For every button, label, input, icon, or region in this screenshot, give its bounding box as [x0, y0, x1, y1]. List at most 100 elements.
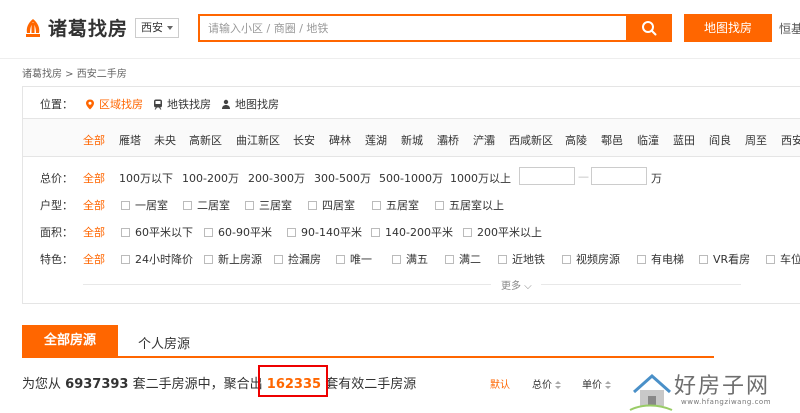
checkbox[interactable]	[121, 200, 130, 210]
feature-option[interactable]: 全部	[83, 251, 105, 267]
max-price-input[interactable]	[591, 167, 647, 185]
tab-subway-search[interactable]: 地铁找房	[153, 96, 211, 112]
position-label: 位置：	[40, 98, 73, 111]
district-option[interactable]: 高陵	[565, 132, 587, 148]
district-option[interactable]: 鄠邑	[601, 132, 623, 148]
checkbox[interactable]	[498, 254, 507, 264]
area-option[interactable]: 全部	[83, 224, 105, 240]
breadcrumb[interactable]: 诸葛找房 > 西安二手房	[22, 65, 127, 80]
tab-subway-search-label: 地铁找房	[167, 98, 211, 111]
search-button[interactable]	[626, 14, 672, 42]
district-option[interactable]: 新城	[401, 132, 423, 148]
checkbox[interactable]	[336, 254, 345, 264]
layout-option[interactable]: 五居室	[372, 197, 419, 213]
checkbox[interactable]	[183, 200, 192, 210]
price-separator: —	[578, 170, 589, 183]
more-toggle[interactable]: 更多 ⌵	[501, 277, 532, 292]
district-option[interactable]: 周至	[745, 132, 767, 148]
sort-default[interactable]: 默认	[490, 376, 510, 391]
feature-option[interactable]: 唯一	[336, 251, 372, 267]
feature-option[interactable]: 新上房源	[204, 251, 262, 267]
checkbox[interactable]	[308, 200, 317, 210]
checkbox[interactable]	[435, 200, 444, 210]
district-option[interactable]: 阎良	[709, 132, 731, 148]
checkbox[interactable]	[445, 254, 454, 264]
layout-option[interactable]: 一居室	[121, 197, 168, 213]
area-label: 面积：	[40, 226, 73, 239]
district-option[interactable]: 未央	[154, 132, 176, 148]
header-divider	[0, 58, 800, 59]
feature-option[interactable]: 捡漏房	[274, 251, 321, 267]
checkbox[interactable]	[204, 227, 213, 237]
district-option[interactable]: 西安	[781, 132, 800, 148]
checkbox[interactable]	[287, 227, 296, 237]
checkbox[interactable]	[245, 200, 254, 210]
area-option[interactable]: 60平米以下	[121, 224, 193, 240]
district-option[interactable]: 临潼	[637, 132, 659, 148]
feature-option[interactable]: VR看房	[699, 251, 750, 267]
checkbox[interactable]	[371, 227, 380, 237]
district-option[interactable]: 蓝田	[673, 132, 695, 148]
checkbox[interactable]	[204, 254, 213, 264]
checkbox[interactable]	[463, 227, 472, 237]
area-option[interactable]: 140-200平米	[371, 224, 453, 240]
checkbox[interactable]	[121, 227, 130, 237]
tab-area-search[interactable]: 区域找房	[85, 96, 143, 112]
area-option[interactable]: 200平米以上	[463, 224, 542, 240]
district-option[interactable]: 灞桥	[437, 132, 459, 148]
tab-personal-listings[interactable]: 个人房源	[138, 333, 190, 352]
district-option[interactable]: 西咸新区	[509, 132, 553, 148]
feature-option[interactable]: 24小时降价	[121, 251, 193, 267]
chevron-down-icon	[167, 26, 173, 30]
price-option[interactable]: 500-1000万	[379, 170, 443, 186]
sort-total-price[interactable]: 总价	[532, 376, 561, 391]
price-option[interactable]: 200-300万	[248, 170, 305, 186]
price-option[interactable]: 300-500万	[314, 170, 371, 186]
district-option[interactable]: 高新区	[189, 132, 222, 148]
price-option[interactable]: 100-200万	[182, 170, 239, 186]
checkbox[interactable]	[372, 200, 381, 210]
district-option[interactable]: 曲江新区	[236, 132, 280, 148]
area-option[interactable]: 90-140平米	[287, 224, 362, 240]
feature-option[interactable]: 视频房源	[562, 251, 620, 267]
logo-icon	[22, 17, 44, 39]
feature-option[interactable]: 车位	[766, 251, 800, 267]
layout-option[interactable]: 三居室	[245, 197, 292, 213]
layout-option[interactable]: 五居室以上	[435, 197, 504, 213]
checkbox[interactable]	[392, 254, 401, 264]
checkbox[interactable]	[121, 254, 130, 264]
search-box	[198, 14, 626, 42]
district-option[interactable]: 全部	[83, 132, 105, 148]
district-option[interactable]: 浐灞	[473, 132, 495, 148]
district-option[interactable]: 碑林	[329, 132, 351, 148]
layout-option[interactable]: 四居室	[308, 197, 355, 213]
area-option[interactable]: 60-90平米	[204, 224, 272, 240]
checkbox[interactable]	[699, 254, 708, 264]
checkbox[interactable]	[637, 254, 646, 264]
min-price-input[interactable]	[519, 167, 575, 185]
checkbox[interactable]	[562, 254, 571, 264]
feature-option[interactable]: 满五	[392, 251, 428, 267]
feature-option[interactable]: 近地铁	[498, 251, 545, 267]
tab-map-search[interactable]: 地图找房	[221, 96, 279, 112]
district-option[interactable]: 莲湖	[365, 132, 387, 148]
layout-option[interactable]: 全部	[83, 197, 105, 213]
feature-option[interactable]: 有电梯	[637, 251, 684, 267]
checkbox[interactable]	[766, 254, 775, 264]
layout-option[interactable]: 二居室	[183, 197, 230, 213]
logo[interactable]: 诸葛找房	[22, 14, 128, 41]
checkbox[interactable]	[274, 254, 283, 264]
city-selector[interactable]: 西安	[135, 18, 179, 38]
price-option[interactable]: 100万以下	[119, 170, 173, 186]
map-search-button[interactable]: 地图找房	[684, 14, 772, 42]
district-option[interactable]: 雁塔	[119, 132, 141, 148]
price-option[interactable]: 全部	[83, 170, 105, 186]
sort-unit-price[interactable]: 单价	[582, 376, 611, 391]
tab-all-listings[interactable]: 全部房源	[22, 325, 118, 357]
feature-option[interactable]: 满二	[445, 251, 481, 267]
district-option[interactable]: 长安	[293, 132, 315, 148]
total-count: 6937393	[65, 377, 129, 392]
price-option[interactable]: 1000万以上	[450, 170, 511, 186]
header-link[interactable]: 恒基	[779, 20, 800, 37]
search-input[interactable]	[200, 16, 626, 40]
